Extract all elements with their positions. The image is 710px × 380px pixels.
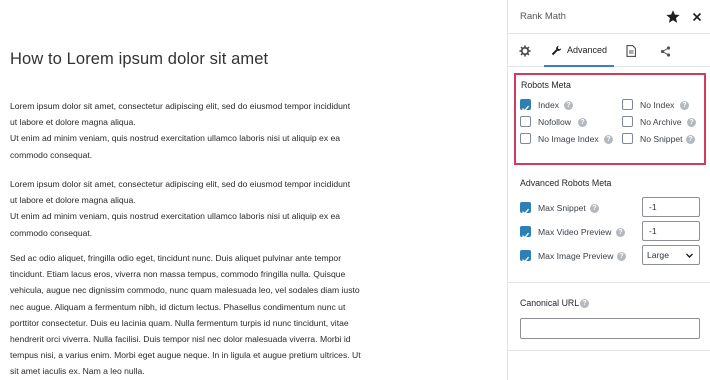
- tab-schema[interactable]: [620, 35, 642, 67]
- close-icon[interactable]: [688, 8, 706, 26]
- sidebar-header: Rank Math: [508, 0, 710, 34]
- section-divider: [508, 282, 710, 283]
- paragraph-line: sit amet iaculis ex. Nam a leo nulla.: [10, 366, 145, 377]
- paragraph-line: Ut enim ad minim veniam, quis nostrud ex…: [10, 133, 341, 144]
- nosnippet-checkbox[interactable]: [622, 133, 633, 144]
- post-title[interactable]: How to Lorem ipsum dolor sit amet: [10, 50, 268, 69]
- help-icon[interactable]: ?: [590, 204, 599, 213]
- max-image-preview-label: Max Image Preview: [538, 251, 614, 261]
- tab-general[interactable]: [514, 35, 536, 67]
- help-icon[interactable]: ?: [604, 135, 613, 144]
- paragraph-line: tempus nisi, a varius enim. Morbi eget a…: [10, 350, 361, 361]
- advanced-robots-title: Advanced Robots Meta: [520, 178, 612, 188]
- wrench-icon: [551, 45, 562, 55]
- post-editor: How to Lorem ipsum dolor sit amet Lorem …: [0, 0, 506, 380]
- max-image-preview-select[interactable]: Large: [642, 245, 700, 265]
- tab-social[interactable]: [654, 35, 676, 67]
- max-snippet-input[interactable]: -1: [642, 197, 700, 217]
- paragraph-line: hendrerit orci viverra. Nulla facilisi. …: [10, 334, 351, 345]
- paragraph-line: porttitor consectetur. Duis eu lacinia q…: [10, 317, 349, 328]
- paragraph-1[interactable]: Lorem ipsum dolor sit amet, consectetur …: [10, 98, 380, 163]
- help-icon[interactable]: ?: [616, 228, 625, 237]
- nofollow-label: Nofollow: [538, 117, 571, 127]
- paragraph-line: ut labore et dolore magna aliqua.: [10, 195, 136, 206]
- index-label: Index: [538, 100, 560, 110]
- noimageindex-checkbox[interactable]: [520, 133, 531, 144]
- paragraph-line: vehicula, augue nec dignissim commodo, n…: [10, 285, 360, 296]
- canonical-url-input[interactable]: [520, 318, 700, 339]
- paragraph-line: Ut enim ad minim veniam, quis nostrud ex…: [10, 211, 341, 222]
- sidebar-tabs: Advanced: [508, 35, 710, 67]
- paragraph-line: Sed ac odio aliquet, fringilla odio eget…: [10, 253, 342, 263]
- index-checkbox[interactable]: [520, 99, 531, 112]
- help-icon[interactable]: ?: [686, 135, 695, 144]
- noarchive-checkbox[interactable]: [622, 116, 633, 127]
- noindex-checkbox[interactable]: [622, 99, 633, 110]
- help-icon[interactable]: ?: [687, 118, 696, 127]
- max-video-preview-label: Max Video Preview: [538, 227, 612, 237]
- section-divider: [508, 350, 710, 351]
- paragraph-line: nec augue. Aliquam a fermentum nibh, id …: [10, 301, 346, 312]
- paragraph-3[interactable]: Sed ac odio aliquet, fringilla odio eget…: [10, 250, 380, 380]
- help-icon[interactable]: ?: [578, 118, 587, 127]
- max-video-preview-input[interactable]: -1: [642, 221, 700, 241]
- help-icon[interactable]: ?: [564, 101, 573, 110]
- help-icon[interactable]: ?: [680, 101, 689, 110]
- paragraph-line: commodo consequat.: [10, 227, 93, 238]
- star-icon[interactable]: [664, 8, 682, 26]
- noimageindex-label: No Image Index: [538, 134, 599, 144]
- rank-math-sidebar: Rank Math Advanced Robots Meta Index ? N…: [507, 0, 710, 380]
- paragraph-line: Lorem ipsum dolor sit amet, consectetur …: [10, 179, 351, 189]
- nosnippet-label: No Snippet: [640, 134, 683, 144]
- max-snippet-checkbox[interactable]: [520, 202, 531, 215]
- max-image-preview-value: Large: [647, 250, 669, 260]
- chevron-down-icon: [686, 253, 693, 258]
- tab-advanced-label: Advanced: [566, 45, 608, 55]
- nofollow-checkbox[interactable]: [520, 116, 531, 127]
- paragraph-line: Lorem ipsum dolor sit amet, consectetur …: [10, 101, 351, 111]
- share-icon: [660, 45, 670, 57]
- noarchive-label: No Archive: [640, 117, 682, 127]
- sidebar-title: Rank Math: [520, 11, 566, 22]
- max-snippet-label: Max Snippet: [538, 203, 586, 213]
- paragraph-line: tincidunt. Etiam lacus eros, viverra non…: [10, 269, 346, 280]
- canonical-url-title: Canonical URL: [520, 298, 580, 308]
- document-icon: [626, 45, 636, 57]
- paragraph-2[interactable]: Lorem ipsum dolor sit amet, consectetur …: [10, 176, 380, 241]
- paragraph-line: commodo consequat.: [10, 149, 93, 160]
- max-video-preview-checkbox[interactable]: [520, 226, 531, 239]
- help-icon[interactable]: ?: [580, 299, 589, 308]
- help-icon[interactable]: ?: [617, 252, 626, 261]
- noindex-label: No Index: [640, 100, 675, 110]
- gear-icon: [519, 45, 531, 57]
- max-image-preview-checkbox[interactable]: [520, 250, 531, 263]
- tab-advanced[interactable]: Advanced: [544, 35, 614, 67]
- robots-meta-title: Robots Meta: [521, 80, 571, 90]
- paragraph-line: ut labore et dolore magna aliqua.: [10, 117, 136, 128]
